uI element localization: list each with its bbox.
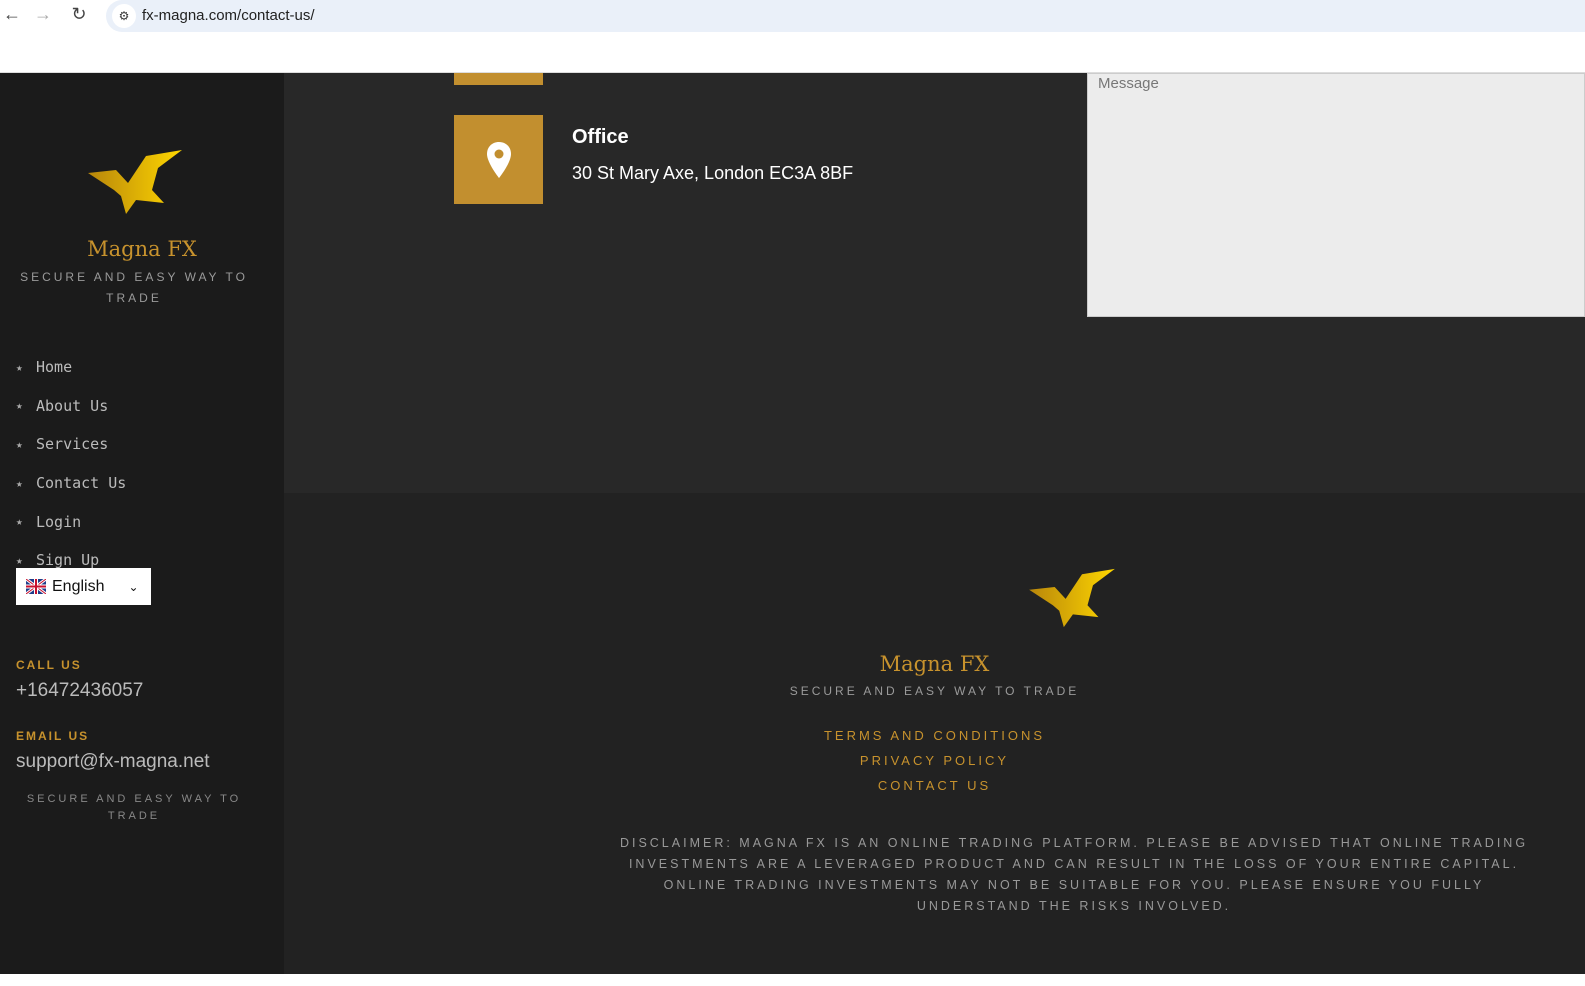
reload-icon[interactable]: ↻ — [67, 4, 91, 25]
star-icon: ★ — [16, 553, 23, 567]
brand-tagline: SECURE AND EASY WAY TO TRADE — [20, 270, 248, 305]
message-placeholder: Message — [1098, 75, 1159, 92]
star-icon: ★ — [16, 515, 23, 529]
star-icon: ★ — [16, 437, 23, 451]
uk-flag-icon — [26, 579, 46, 594]
back-icon[interactable]: ← — [0, 4, 24, 25]
menu-label: Contact Us — [36, 474, 127, 493]
office-title: Office — [572, 126, 629, 148]
eagle-logo-icon — [88, 150, 182, 214]
sidebar-item-contact-us[interactable]: ★ Contact Us — [16, 464, 126, 503]
icon-box — [454, 73, 543, 85]
footer-tagline: SECURE AND EASY WAY TO TRADE — [789, 684, 1080, 698]
page-bottom-edge — [0, 974, 1585, 986]
terms-link[interactable]: TERMS AND CONDITIONS — [284, 728, 1585, 743]
browser-toolbar: ← → ↻ ⚙ fx-magna.com/contact-us/ — [0, 0, 1585, 73]
sidebar-item-about-us[interactable]: ★ About Us — [16, 387, 126, 426]
disclaimer: DISCLAIMER: MAGNA FX IS AN ONLINE TRADIN… — [619, 836, 1529, 913]
contact-us-link[interactable]: CONTACT US — [284, 778, 1585, 793]
location-box — [454, 115, 543, 204]
brand-name: Magna FX — [87, 237, 197, 261]
sidebar: Magna FX SECURE AND EASY WAY TO TRADE ★ H… — [0, 73, 284, 986]
footer-brand-name: Magna FX — [879, 652, 990, 676]
address-bar[interactable]: ⚙ fx-magna.com/contact-us/ — [106, 0, 1585, 32]
eagle-logo-icon — [1029, 568, 1115, 628]
footer: Magna FX SECURE AND EASY WAY TO TRADE TE… — [284, 493, 1585, 974]
sidebar-item-login[interactable]: ★ Login — [16, 502, 126, 541]
menu-label: Login — [36, 512, 82, 531]
sidebar-tagline: SECURE AND EASY WAY TO TRADE — [26, 793, 242, 822]
chevron-down-icon: ⌄ — [128, 579, 139, 594]
star-icon: ★ — [16, 360, 23, 374]
sidebar-item-services[interactable]: ★ Services — [16, 425, 126, 464]
office-address: 30 St Mary Axe, London EC3A 8BF — [572, 163, 854, 183]
call-us-label: CALL US — [16, 658, 82, 672]
menu-label: Services — [36, 435, 109, 454]
sidebar-item-home[interactable]: ★ Home — [16, 348, 126, 387]
star-icon: ★ — [16, 476, 23, 490]
site-settings-icon[interactable]: ⚙ — [112, 4, 136, 28]
menu-label: Sign Up — [36, 551, 100, 570]
map-pin-icon — [486, 141, 511, 178]
menu-label: Home — [36, 358, 73, 377]
star-icon: ★ — [16, 399, 23, 413]
email-address[interactable]: support@fx-magna.net — [16, 751, 210, 773]
contact-section: Office 30 St Mary Axe, London EC3A 8BF M… — [284, 73, 1585, 493]
sidebar-menu: ★ Home ★ About Us ★ Services ★ Contact Us ★ L… — [16, 348, 126, 580]
email-us-label: EMAIL US — [16, 729, 90, 743]
privacy-policy-link[interactable]: PRIVACY POLICY — [284, 753, 1585, 768]
language-select[interactable]: English ⌄ — [16, 568, 151, 605]
url-text[interactable]: fx-magna.com/contact-us/ — [142, 7, 315, 24]
phone-number[interactable]: +16472436057 — [16, 680, 143, 702]
forward-icon[interactable]: → — [31, 4, 55, 25]
menu-label: About Us — [36, 396, 109, 415]
message-textarea[interactable]: Message — [1087, 73, 1585, 317]
language-label: English — [52, 577, 105, 595]
